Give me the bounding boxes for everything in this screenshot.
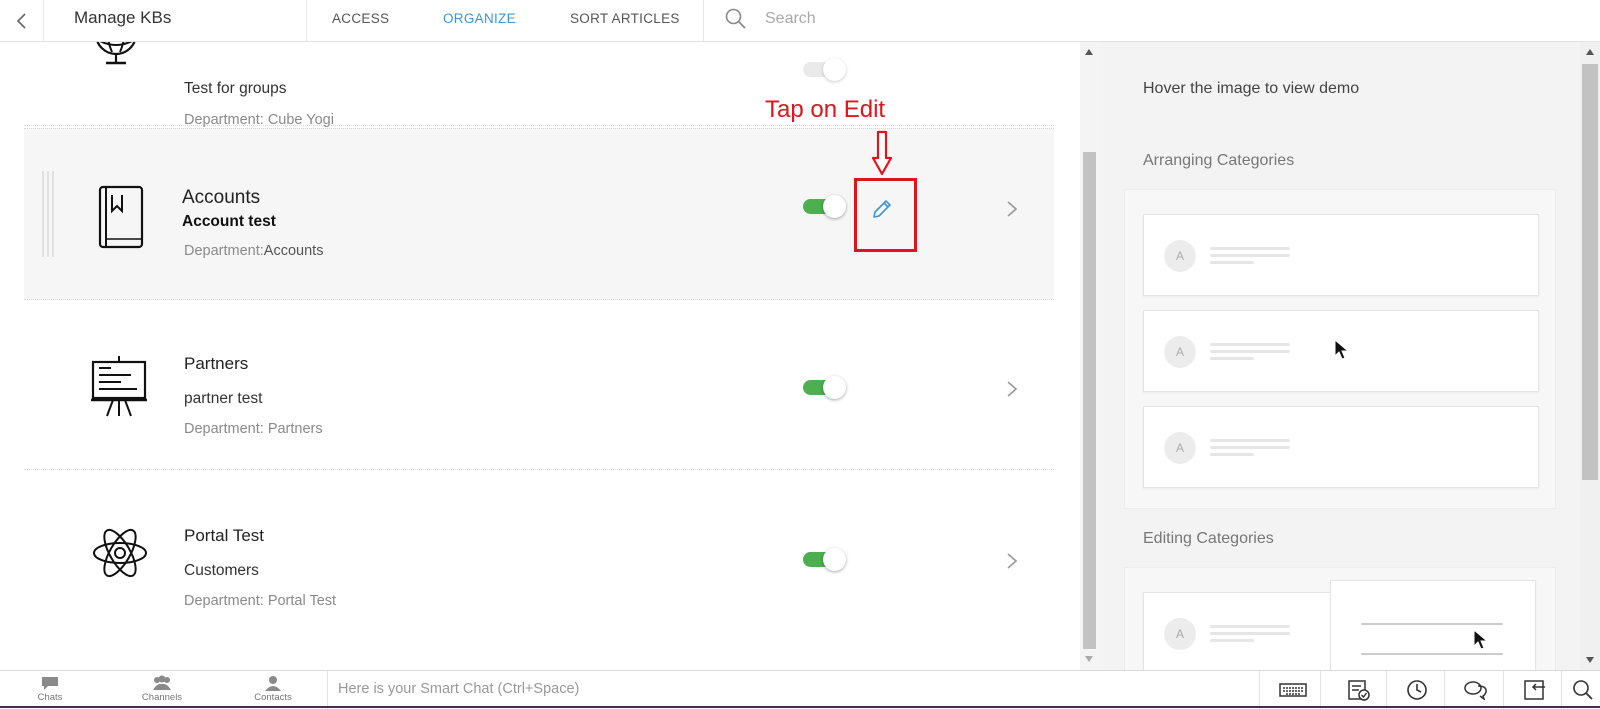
editing-demo[interactable]: A — [1124, 567, 1556, 670]
globe-icon — [96, 42, 136, 65]
annotation-highlight-box — [854, 178, 917, 252]
chevron-right-icon[interactable] — [1006, 380, 1018, 398]
keyboard-icon[interactable] — [1278, 676, 1308, 704]
demo-avatar: A — [1164, 432, 1196, 464]
kb-description: partner test — [184, 390, 263, 407]
atom-icon — [93, 528, 147, 578]
list-scrollbar-thumb[interactable] — [1083, 152, 1096, 649]
tab-organize[interactable]: ORGANIZE — [443, 11, 516, 26]
divider — [703, 0, 704, 41]
demo-edit-popup — [1330, 580, 1536, 670]
back-button[interactable] — [0, 0, 44, 41]
kb-toggle[interactable] — [803, 548, 846, 571]
search-icon[interactable] — [1568, 676, 1598, 704]
kb-row-portal-test[interactable]: Portal Test Customers Department: Portal… — [24, 472, 1054, 642]
conversations-icon[interactable] — [1461, 676, 1491, 704]
nav-contacts[interactable]: Contacts — [233, 675, 313, 703]
demo-panel: Hover the image to view demo Arranging C… — [1100, 42, 1600, 670]
demo-card: A — [1143, 310, 1539, 392]
kb-name: Partners — [184, 354, 249, 373]
kb-toggle[interactable] — [803, 58, 846, 81]
clock-icon[interactable] — [1402, 676, 1432, 704]
search-icon[interactable] — [724, 7, 748, 31]
section-title-editing: Editing Categories — [1143, 530, 1274, 547]
kb-department-label: Department: — [184, 243, 264, 259]
panel-scrollbar-thumb[interactable] — [1582, 64, 1598, 480]
demo-card: A — [1143, 214, 1539, 296]
kb-description: Test for groups — [184, 80, 287, 97]
kb-row-partners[interactable]: Partners partner test Department: Partne… — [24, 300, 1054, 470]
task-check-icon[interactable] — [1344, 676, 1374, 704]
smart-chat-input[interactable]: Here is your Smart Chat (Ctrl+Space) — [327, 671, 1260, 709]
demo-avatar: A — [1164, 618, 1196, 650]
nav-label: Channels — [141, 692, 183, 703]
tab-access[interactable]: ACCESS — [332, 11, 389, 26]
page-title: Manage KBs — [74, 8, 172, 27]
cursor-icon — [1473, 629, 1489, 650]
kb-description: Customers — [184, 562, 259, 579]
search-input[interactable] — [765, 6, 1265, 32]
kb-department-value: Accounts — [263, 243, 324, 259]
scroll-down-icon[interactable] — [1585, 656, 1595, 664]
scroll-down-icon[interactable] — [1084, 655, 1094, 663]
arranging-demo[interactable]: A A A — [1124, 189, 1556, 509]
kb-name: Accounts — [182, 187, 261, 208]
scroll-up-icon[interactable] — [1585, 48, 1595, 56]
chat-bubble-icon — [42, 677, 58, 690]
presentation-board-icon — [91, 356, 147, 417]
demo-card: A — [1143, 592, 1343, 670]
cursor-icon — [1334, 339, 1350, 360]
kb-toggle[interactable] — [803, 195, 846, 218]
contact-icon — [265, 676, 281, 691]
drag-handle[interactable] — [42, 171, 56, 257]
kb-row-groups[interactable]: Test for groups Department: Cube Yogi — [24, 42, 1054, 128]
nav-channels[interactable]: Channels — [122, 675, 202, 703]
chevron-right-icon[interactable] — [1006, 552, 1018, 570]
divider — [306, 0, 307, 41]
demo-card: A — [1143, 406, 1539, 488]
channels-icon — [153, 675, 171, 690]
kb-description: Account test — [182, 213, 276, 230]
kb-name: Portal Test — [184, 526, 265, 545]
kb-list: Test for groups Department: Cube Yogi Ac… — [0, 42, 1080, 670]
scroll-up-icon[interactable] — [1084, 48, 1094, 56]
bottom-bar: Chats Channels Contacts Here is your Sma… — [0, 670, 1600, 709]
down-arrow-icon — [871, 130, 893, 176]
kb-department: Department:Accounts — [184, 243, 323, 259]
tab-sort-articles[interactable]: SORT ARTICLES — [570, 11, 680, 26]
kb-toggle[interactable] — [803, 376, 846, 399]
demo-hint: Hover the image to view demo — [1143, 80, 1360, 97]
section-title-arranging: Arranging Categories — [1143, 152, 1295, 169]
kb-department: Department: Portal Test — [184, 593, 337, 609]
annotation-label: Tap on Edit — [765, 96, 886, 123]
book-icon — [98, 185, 144, 249]
nav-chats[interactable]: Chats — [10, 675, 90, 703]
share-screen-icon[interactable] — [1520, 676, 1550, 704]
nav-label: Contacts — [254, 692, 292, 703]
top-bar: Manage KBs ACCESS ORGANIZE SORT ARTICLES — [0, 0, 1600, 42]
kb-department: Department: Partners — [184, 421, 323, 437]
demo-avatar: A — [1164, 336, 1196, 368]
chevron-left-icon — [16, 12, 26, 29]
chevron-right-icon[interactable] — [1006, 200, 1018, 218]
kb-department: Department: Cube Yogi — [184, 112, 334, 128]
demo-avatar: A — [1164, 240, 1196, 272]
nav-label: Chats — [37, 692, 63, 703]
